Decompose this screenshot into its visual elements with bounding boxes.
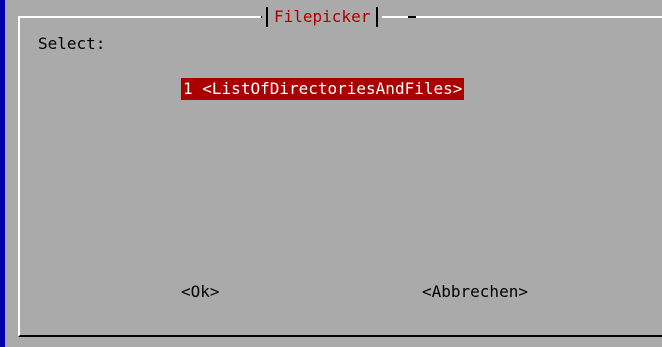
filepicker-dialog: Filepicker Select: 1 <ListOfDirectoriesA… — [5, 0, 662, 347]
file-list: 1 <ListOfDirectoriesAndFiles> — [181, 78, 465, 100]
dialog-title: Filepicker — [262, 6, 383, 28]
list-item-tag: 1 — [183, 79, 193, 98]
ok-button[interactable]: <Ok> — [181, 282, 220, 302]
list-item-label: <ListOfDirectoriesAndFiles> — [202, 79, 463, 98]
dialog-frame — [18, 16, 662, 337]
cancel-button[interactable]: <Abbrechen> — [422, 282, 528, 302]
select-prompt: Select: — [38, 34, 106, 53]
title-border-tick-right — [408, 16, 416, 18]
list-item[interactable]: 1 <ListOfDirectoriesAndFiles> — [181, 78, 465, 100]
